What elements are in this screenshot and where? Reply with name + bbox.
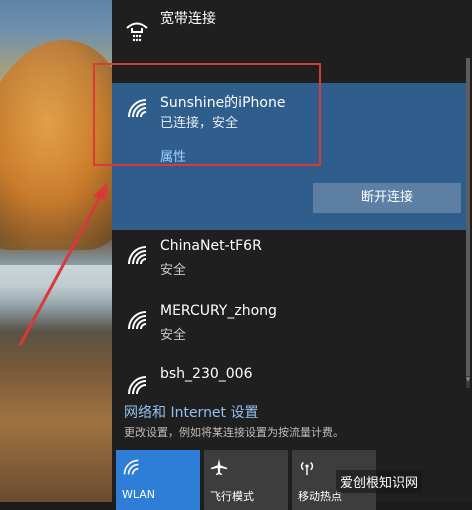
network-item[interactable]: MERCURY_zhong 安全 [112,297,470,357]
scroll-down-arrow-icon[interactable]: ▾ [464,375,472,385]
network-ssid: bsh_230_006 [160,366,253,382]
hotspot-icon [300,461,314,476]
scrollbar-thumb[interactable] [466,58,470,376]
network-item[interactable]: ChinaNet-tF6R 安全 [112,232,470,292]
broadband-label: 宽带连接 [160,11,216,27]
wifi-icon [123,459,139,475]
network-status: 安全 [160,263,187,278]
dialup-icon [126,22,148,42]
wifi-icon [128,246,147,265]
wlan-tile[interactable]: WLAN [116,450,200,510]
wifi-icon [128,311,147,330]
network-status: 安全 [160,328,187,343]
broadband-connection[interactable]: 宽带连接 [112,0,470,60]
wlan-tile-label: WLAN [122,488,156,501]
network-ssid: ChinaNet-tF6R [160,238,262,254]
wifi-icon [128,376,147,394]
watermark: 爱创根知识网 [336,470,423,493]
network-settings-link[interactable]: 网络和 Internet 设置 [124,402,259,422]
network-ssid: MERCURY_zhong [160,303,277,319]
network-item[interactable]: bsh_230_006 [112,362,470,394]
airplane-mode-tile[interactable]: 飞行模式 [204,450,288,510]
network-settings-description: 更改设置，例如将某连接设置为按流量计费。 [124,426,344,439]
annotation-highlight-box [93,63,321,166]
wallpaper-wave [0,265,112,300]
airplane-icon [210,458,228,476]
scrollbar[interactable] [466,58,470,388]
disconnect-button[interactable]: 断开连接 [313,183,461,213]
